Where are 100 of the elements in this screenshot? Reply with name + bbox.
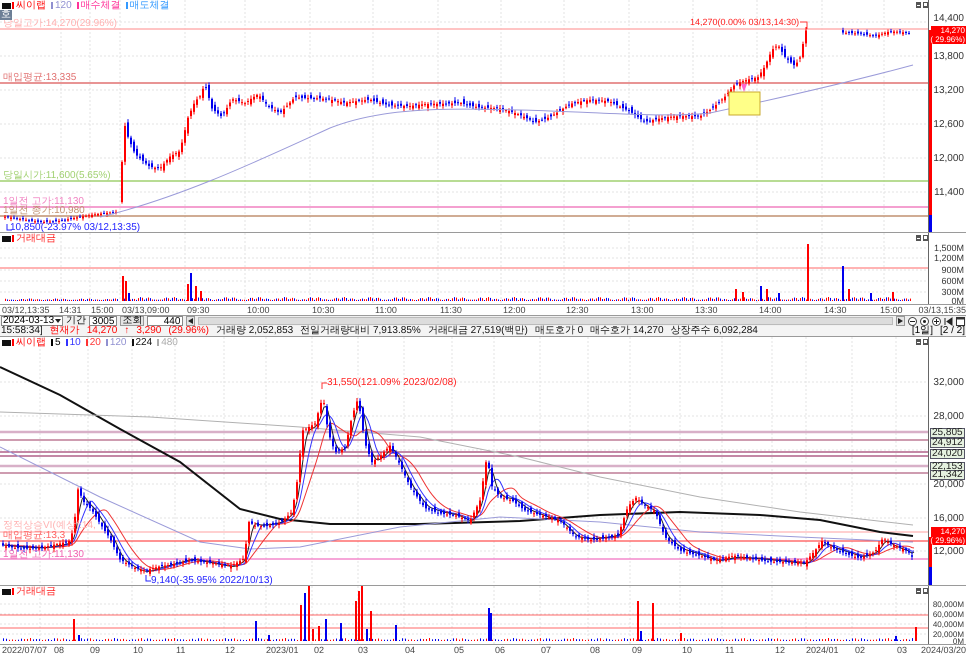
page-indicator[interactable]: [1일] — [912, 326, 933, 336]
panel-menu-icon — [2, 3, 11, 9]
period-field[interactable]: 3005 — [89, 316, 118, 326]
date-axis-label: 12 — [225, 645, 236, 655]
first-page-icon[interactable] — [944, 316, 953, 326]
period-label: 기간 — [66, 316, 86, 326]
date-axis-label: 2023/01 — [266, 645, 299, 655]
count-field[interactable]: 440 — [147, 316, 184, 326]
status-text: ↑ — [124, 326, 130, 336]
time-axis-label: 03/12,13:35 — [2, 305, 50, 315]
reference-label: 1일전 고가:11,130 — [3, 196, 84, 207]
mode-button[interactable]: 호 — [0, 10, 12, 20]
price-annotation: 9,140(-35.95% 2022/10/13) — [151, 575, 273, 585]
date-axis-label: 02 — [855, 645, 866, 655]
zoom-in-icon[interactable] — [932, 316, 941, 326]
price-annotation: 31,550(121.09% 2023/02/08) — [327, 377, 457, 388]
level-label: 21,342 — [930, 470, 965, 480]
level-label: 24,912 — [930, 438, 965, 448]
trade-marker-drawing — [728, 84, 760, 116]
date-axis-label: 09 — [632, 645, 642, 655]
date-axis-label: 04 — [405, 645, 416, 655]
date-axis-label: 08 — [54, 645, 64, 655]
legend-label: 20 — [90, 337, 101, 348]
price-badge: 14,270 ( 29.96%) — [931, 26, 966, 44]
axis-label: 20,000M — [932, 629, 964, 639]
level-label: 25,805 — [930, 428, 965, 438]
right-arrow-icon — [898, 318, 903, 324]
legend-label: 거래대금 — [16, 233, 56, 244]
date-axis-label: 09 — [90, 645, 100, 655]
reference-label: 1일전 종가:10,980 — [3, 205, 85, 216]
date-axis-label: 07 — [541, 645, 552, 655]
time-axis-label: 03/13,09:00 — [122, 305, 170, 315]
time-axis-label: 09:30 — [187, 305, 210, 315]
axis-label: 60,000M — [932, 609, 964, 620]
date-axis-label: 02 — [314, 645, 324, 655]
date-axis-label: 03 — [897, 645, 908, 655]
axis-label: 12,000 — [933, 546, 964, 557]
time-axis-label: 15:00 — [91, 305, 114, 315]
legend-label: 120 — [110, 337, 126, 348]
date-axis-label: 2024/01 — [806, 645, 839, 655]
status-text: 매수호가 14,270 — [590, 326, 664, 336]
date-dropdown[interactable]: 2024-03-13 — [1, 316, 64, 326]
panel-menu-icon — [2, 236, 11, 242]
falling-candle-series — [842, 27, 910, 38]
price-annotation: 10,850(-23.97% 03/12,13:35) — [10, 222, 140, 232]
price-axis-bar-drawing — [929, 537, 932, 585]
legend-label: 224 — [136, 337, 152, 348]
axis-label: 11,400 — [934, 187, 964, 198]
time-axis-label: 14:00 — [759, 305, 782, 315]
date-axis-label: 11 — [176, 645, 186, 655]
time-axis-label: 12:30 — [566, 305, 589, 315]
legend-label: 매수체결 — [80, 0, 121, 11]
panel-controls-icon — [916, 2, 928, 8]
time-axis-label: 13:00 — [631, 305, 654, 315]
axis-label: 16,000 — [933, 513, 964, 524]
reference-label: 1일전 고가:11,130 — [3, 549, 84, 560]
time-axis-label: 13:30 — [695, 305, 718, 315]
window-icon[interactable] — [956, 316, 965, 326]
legend-label: 5 — [55, 337, 61, 348]
date-axis-label: 2022/07/07 — [2, 645, 48, 655]
status-text: 거래량 2,052,853 — [216, 326, 294, 336]
status-text: 14,270 — [86, 326, 118, 336]
panel-menu-icon — [2, 340, 11, 346]
status-text: 상장주수 6,092,284 — [670, 326, 758, 336]
axis-label: 80,000M — [932, 599, 964, 610]
reference-label: 당일고가:14,270(29.96%) — [3, 18, 117, 29]
time-axis-label: 11:30 — [440, 305, 462, 315]
price-badge: 14,270 ( 29.96%) — [931, 527, 966, 545]
time-axis-label: 10:30 — [312, 305, 335, 315]
status-text: 전일거래량대비 7,913.85% — [300, 326, 421, 336]
legend-label: 거래대금 — [16, 586, 56, 597]
zoom-out-icon[interactable] — [908, 316, 917, 326]
axis-label: 600M — [941, 276, 964, 287]
status-text: 15:58:34] — [1, 326, 43, 336]
time-axis-label: 11:00 — [375, 305, 397, 315]
axis-label: 12,000 — [933, 153, 964, 164]
panel-menu-icon — [2, 589, 11, 595]
reference-label: 당일시가:11,600(5.65%) — [3, 170, 111, 181]
scroll-left-button[interactable] — [186, 316, 196, 326]
axis-label: 12,600 — [933, 119, 964, 130]
reference-label: 매입평균:13,3 — [3, 530, 66, 541]
page-indicator[interactable]: [2 / 2] — [940, 326, 965, 336]
axis-label: 1,200M — [934, 253, 964, 264]
reference-label: 매입평균:13,335 — [3, 72, 76, 83]
status-text: 3,290 — [136, 326, 162, 336]
date-axis-label: 11 — [725, 645, 734, 655]
legend-label: 480 — [161, 337, 178, 348]
scroll-right-button[interactable] — [896, 316, 905, 326]
date-axis-label: 08 — [590, 645, 600, 655]
axis-label: 300M — [941, 287, 964, 298]
query-button[interactable]: 조회 — [120, 316, 144, 326]
axis-label: 1,500M — [934, 243, 964, 254]
time-axis-label: 12:00 — [503, 305, 526, 315]
date-axis-label: 12 — [775, 645, 786, 655]
date-axis-label: 10 — [682, 645, 692, 655]
status-text: 매도호가 0 — [534, 326, 584, 336]
reset-icon[interactable] — [920, 316, 929, 326]
time-axis-label: 03/13,15:35 — [918, 305, 966, 315]
panel-controls-icon — [916, 339, 928, 345]
legend-label: 120 — [55, 0, 72, 11]
